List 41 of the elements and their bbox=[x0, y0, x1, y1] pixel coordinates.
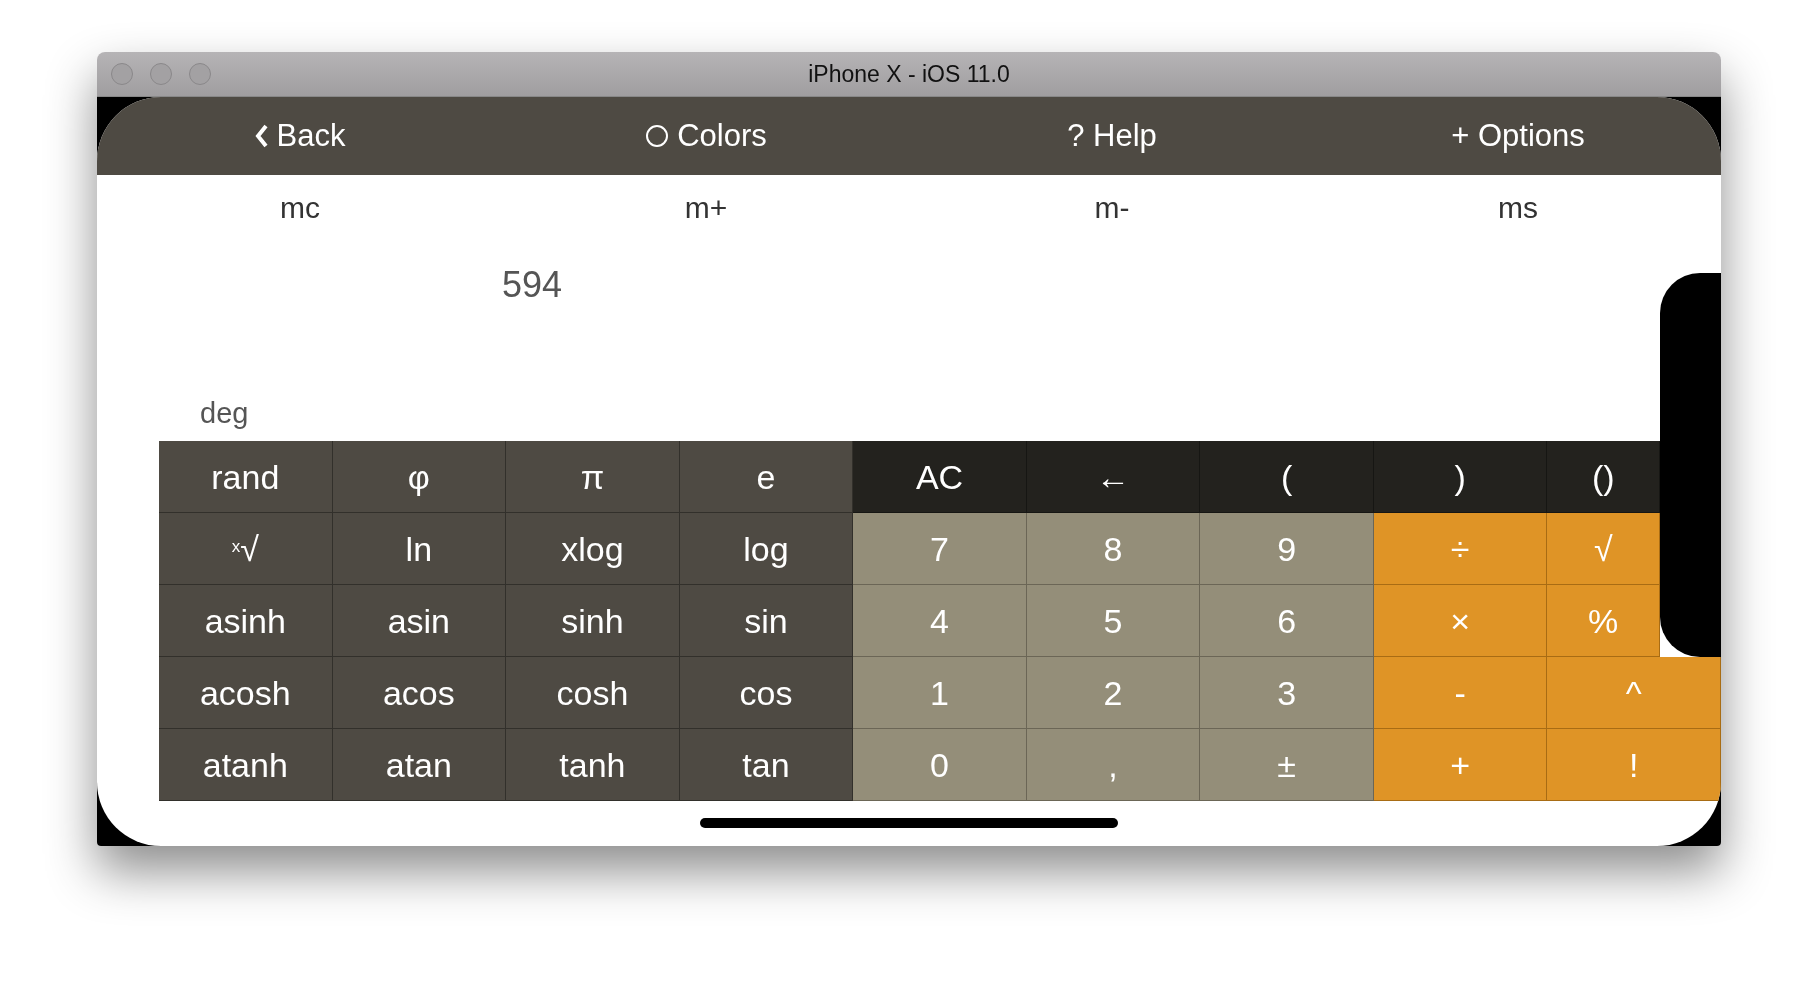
keypad-key[interactable]: tan bbox=[679, 729, 854, 801]
window-title: iPhone X - iOS 11.0 bbox=[808, 59, 1010, 89]
history-value: 594 bbox=[502, 263, 563, 307]
keypad-key[interactable]: acosh bbox=[159, 657, 333, 729]
keypad-key[interactable]: $^{x}$√ bbox=[159, 513, 333, 585]
keypad-key[interactable]: cos bbox=[679, 657, 854, 729]
keypad-key[interactable]: () bbox=[1547, 441, 1660, 513]
keypad-key[interactable]: acos bbox=[332, 657, 507, 729]
keypad-key[interactable]: asinh bbox=[159, 585, 333, 657]
keypad-key[interactable]: φ bbox=[332, 441, 507, 513]
keypad-key[interactable]: ) bbox=[1373, 441, 1548, 513]
close-button[interactable] bbox=[111, 63, 133, 85]
memory-button[interactable]: m- bbox=[909, 185, 1315, 230]
keypad-key[interactable]: π bbox=[506, 441, 680, 513]
nav-button[interactable]: Colors bbox=[503, 112, 909, 160]
keypad-key[interactable]: sinh bbox=[506, 585, 680, 657]
nav-button[interactable]: ? Help bbox=[909, 112, 1315, 160]
memory-button[interactable]: ms bbox=[1315, 185, 1721, 230]
zoom-button[interactable] bbox=[189, 63, 211, 85]
keypad-key[interactable]: asin bbox=[332, 585, 507, 657]
keypad-key[interactable]: ( bbox=[1200, 441, 1374, 513]
keypad-key[interactable]: atan bbox=[332, 729, 507, 801]
keypad-key[interactable]: xlog bbox=[506, 513, 680, 585]
nav-button[interactable]: + Options bbox=[1315, 112, 1721, 160]
keypad-key[interactable]: ln bbox=[332, 513, 507, 585]
keypad-key[interactable]: ← bbox=[1026, 441, 1201, 513]
minimize-button[interactable] bbox=[150, 63, 172, 85]
keypad-key[interactable]: AC bbox=[853, 441, 1027, 513]
keypad-key[interactable]: sin bbox=[679, 585, 854, 657]
keypad-key[interactable]: cosh bbox=[506, 657, 680, 729]
memory-button[interactable]: mc bbox=[97, 185, 503, 230]
keypad-key[interactable]: rand bbox=[159, 441, 333, 513]
keypad-key[interactable]: log bbox=[679, 513, 854, 585]
angle-mode: deg bbox=[200, 395, 249, 431]
nav-button[interactable]: Back bbox=[97, 112, 503, 160]
keypad-key[interactable]: tanh bbox=[506, 729, 680, 801]
memory-button[interactable]: m+ bbox=[503, 185, 909, 230]
circle-icon bbox=[645, 124, 670, 148]
chevron-left-icon bbox=[254, 124, 269, 148]
keypad-key[interactable]: atanh bbox=[159, 729, 333, 801]
keypad-key[interactable]: e bbox=[679, 441, 854, 513]
